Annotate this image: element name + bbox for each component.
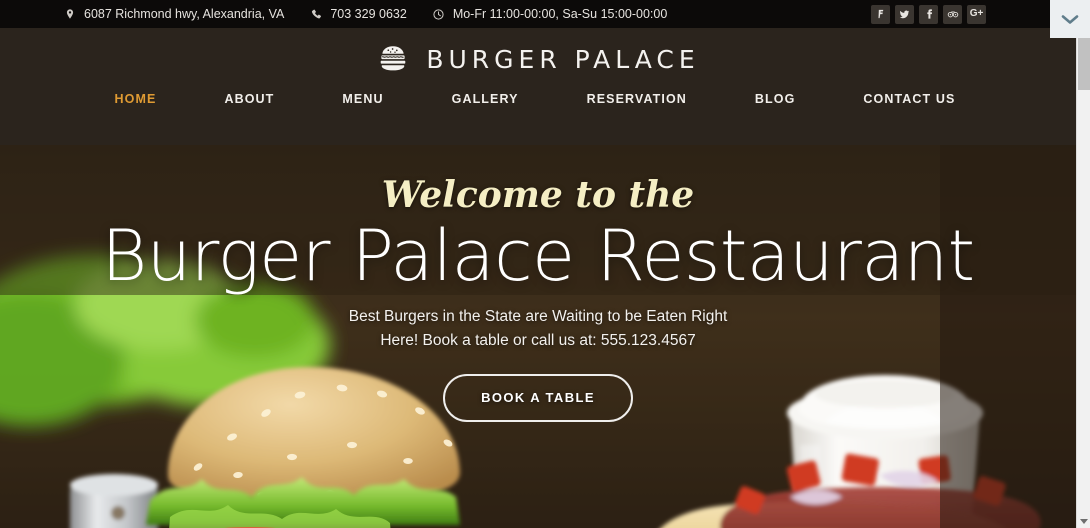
map-pin-icon (64, 8, 76, 20)
book-a-table-button[interactable]: BOOK A TABLE (443, 373, 633, 422)
contact-address-text: 6087 Richmond hwy, Alexandria, VA (84, 6, 285, 21)
main-navigation: HOME ABOUT MENU GALLERY RESERVATION BLOG… (0, 92, 1076, 106)
chevron-down-icon (1061, 15, 1079, 24)
site-header: BURGER PALACE HOME ABOUT MENU GALLERY RE… (0, 28, 1076, 145)
scrollbar-thumb[interactable] (1078, 38, 1090, 90)
social-tripadvisor-icon[interactable] (943, 4, 962, 24)
nav-item-contact-us[interactable]: CONTACT US (829, 92, 989, 106)
nav-item-reservation[interactable]: RESERVATION (553, 92, 721, 106)
site-logo[interactable]: BURGER PALACE (0, 28, 1076, 76)
scroll-down-arrow-icon (1080, 519, 1088, 524)
contact-phone[interactable]: 703 329 0632 (310, 6, 407, 21)
social-google-plus-icon[interactable]: G+ (967, 4, 986, 24)
scrollbar-down-arrow[interactable] (1077, 514, 1090, 528)
social-foursquare-icon[interactable] (871, 4, 890, 24)
burger-icon (381, 46, 406, 71)
contact-phone-text: 703 329 0632 (330, 6, 407, 21)
clock-icon (433, 8, 445, 20)
site-logo-text: BURGER PALACE (426, 44, 700, 74)
nav-item-home[interactable]: HOME (81, 92, 191, 106)
expand-toolbar-button[interactable] (1050, 0, 1090, 38)
nav-item-gallery[interactable]: GALLERY (418, 92, 553, 106)
nav-item-blog[interactable]: BLOG (721, 92, 830, 106)
website-page: 6087 Richmond hwy, Alexandria, VA 703 32… (0, 0, 1076, 528)
hero-content: Welcome to the Burger Palace Restaurant … (0, 145, 1076, 422)
phone-icon (310, 8, 322, 20)
hero-title: Burger Palace Restaurant (101, 215, 975, 297)
contact-info-group: 6087 Richmond hwy, Alexandria, VA 703 32… (64, 8, 667, 21)
contact-hours: Mo-Fr 11:00-00:00, Sa-Su 15:00-00:00 (433, 8, 667, 21)
hero-subtitle: Best Burgers in the State are Waiting to… (348, 308, 728, 349)
social-google-plus-label: G+ (969, 8, 984, 19)
hero-script-line: Welcome to the (381, 174, 695, 216)
contact-address[interactable]: 6087 Richmond hwy, Alexandria, VA (64, 8, 284, 21)
social-facebook-icon[interactable] (919, 4, 938, 24)
hero-section: Welcome to the Burger Palace Restaurant … (0, 145, 1076, 528)
nav-item-menu[interactable]: MENU (308, 92, 417, 106)
page-scrollbar[interactable] (1076, 0, 1090, 528)
social-twitter-icon[interactable] (895, 4, 914, 24)
top-contact-bar: 6087 Richmond hwy, Alexandria, VA 703 32… (0, 0, 1076, 28)
browser-viewport: 6087 Richmond hwy, Alexandria, VA 703 32… (0, 0, 1090, 528)
nav-item-about[interactable]: ABOUT (190, 92, 308, 106)
social-links-group: G+ (871, 4, 1068, 24)
contact-hours-text: Mo-Fr 11:00-00:00, Sa-Su 15:00-00:00 (452, 6, 668, 21)
